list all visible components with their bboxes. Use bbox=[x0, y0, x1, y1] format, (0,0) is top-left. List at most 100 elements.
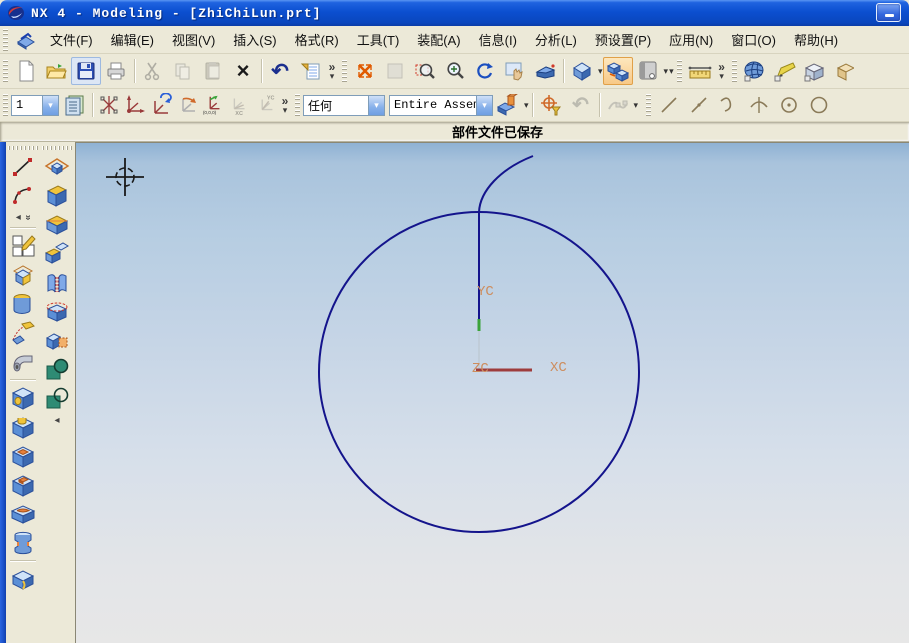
selection-back-button[interactable]: ↶ bbox=[566, 91, 596, 119]
layer-settings-button[interactable] bbox=[59, 91, 89, 119]
wcs-rotate-button[interactable] bbox=[148, 92, 174, 118]
basic-line-button[interactable] bbox=[9, 152, 37, 181]
window-layout-dropdown[interactable]: ▾ bbox=[664, 66, 669, 77]
wcs-origin-button[interactable] bbox=[122, 92, 148, 118]
datum-plane-button[interactable] bbox=[43, 152, 71, 181]
app-gateway-button[interactable] bbox=[740, 57, 770, 85]
copy-button[interactable] bbox=[168, 57, 198, 85]
toolbar-gripper[interactable] bbox=[42, 146, 72, 150]
view-orientation-dropdown[interactable]: ▾ bbox=[598, 66, 603, 77]
edge-blend-button[interactable] bbox=[9, 564, 37, 593]
cut-button[interactable] bbox=[138, 57, 168, 85]
pan-view-button[interactable] bbox=[500, 57, 530, 85]
basic-arc-button[interactable] bbox=[9, 181, 37, 210]
slot-button[interactable] bbox=[9, 499, 37, 528]
rotate-view-button[interactable] bbox=[470, 57, 500, 85]
assembly-constraints-button[interactable] bbox=[493, 91, 523, 119]
toolbar-gripper[interactable] bbox=[3, 29, 8, 51]
menu-view[interactable]: 视图(V) bbox=[163, 26, 224, 53]
pocket-button[interactable] bbox=[9, 441, 37, 470]
menu-analysis[interactable]: 分析(L) bbox=[526, 26, 586, 53]
paste-button[interactable] bbox=[198, 57, 228, 85]
delete-button[interactable]: × bbox=[228, 57, 258, 85]
app-drafting-button[interactable] bbox=[830, 57, 860, 85]
curve-arc-button[interactable] bbox=[744, 91, 774, 119]
toolbar-gripper[interactable] bbox=[646, 94, 651, 116]
hole-button[interactable] bbox=[9, 383, 37, 412]
combo-arrow-icon[interactable]: ▾ bbox=[42, 96, 58, 115]
graphics-viewport[interactable]: YC ZC XC bbox=[75, 142, 909, 643]
save-button[interactable] bbox=[71, 57, 101, 85]
menu-window[interactable]: 窗口(O) bbox=[722, 26, 785, 53]
curve-circle-center-button[interactable] bbox=[774, 91, 804, 119]
sweep-button[interactable] bbox=[9, 318, 37, 347]
wcs-set-absolute-button[interactable]: (0,0,0) bbox=[200, 92, 226, 118]
toolbar-gripper[interactable] bbox=[677, 60, 682, 82]
menu-preferences[interactable]: 预设置(P) bbox=[586, 26, 660, 53]
zoom-disabled-button[interactable] bbox=[380, 57, 410, 85]
chain-curves-button[interactable] bbox=[603, 91, 633, 119]
menu-application[interactable]: 应用(N) bbox=[660, 26, 722, 53]
toolbar-overflow-button[interactable]: » ▾ bbox=[278, 91, 292, 119]
toolbar-options-dropdown[interactable]: ▾ bbox=[669, 66, 674, 77]
groove-button[interactable] bbox=[9, 528, 37, 557]
menu-help[interactable]: 帮助(H) bbox=[785, 26, 847, 53]
toolbar-gripper[interactable] bbox=[295, 94, 300, 116]
through-curves-button[interactable] bbox=[43, 268, 71, 297]
snap-point-button[interactable] bbox=[536, 91, 566, 119]
toolbar-overflow-button[interactable]: » ▾ bbox=[325, 57, 339, 85]
menu-insert[interactable]: 插入(S) bbox=[224, 26, 285, 53]
toolbar-gripper[interactable] bbox=[342, 60, 347, 82]
menu-information[interactable]: 信息(I) bbox=[470, 26, 526, 53]
datum-csys-button[interactable] bbox=[9, 260, 37, 289]
sketch-button[interactable] bbox=[9, 231, 37, 260]
curve-spline-button[interactable] bbox=[714, 91, 744, 119]
perspective-button[interactable] bbox=[530, 57, 560, 85]
minimize-button[interactable] bbox=[876, 3, 901, 22]
toolbar-collapse-control[interactable]: ◂ bbox=[54, 413, 59, 427]
title-bar[interactable]: NX 4 - Modeling - [ZhiChiLun.prt] bbox=[0, 0, 909, 26]
app-modeling-button[interactable] bbox=[800, 57, 830, 85]
menu-format[interactable]: 格式(R) bbox=[286, 26, 348, 53]
subtract-button[interactable] bbox=[43, 384, 71, 413]
work-layer-combo[interactable]: 1 ▾ bbox=[11, 95, 59, 116]
menu-edit[interactable]: 编辑(E) bbox=[102, 26, 163, 53]
selection-scope-combo[interactable]: Entire Assemb ▾ bbox=[389, 95, 493, 116]
undo-button[interactable]: ↶ bbox=[265, 57, 295, 85]
toolbar-gripper[interactable] bbox=[3, 94, 8, 116]
view-orientation-button[interactable] bbox=[567, 57, 597, 85]
assembly-dropdown[interactable]: ▾ bbox=[524, 100, 529, 111]
toolbar-gripper[interactable] bbox=[732, 60, 737, 82]
open-button[interactable] bbox=[41, 57, 71, 85]
new-button[interactable] bbox=[11, 57, 41, 85]
wcs-change-yc-button[interactable]: YC bbox=[252, 92, 278, 118]
chain-dropdown[interactable]: ▾ bbox=[634, 100, 639, 111]
swept-button[interactable] bbox=[43, 239, 71, 268]
display-mode-button[interactable] bbox=[603, 57, 633, 85]
sketch-spline[interactable] bbox=[479, 156, 533, 212]
window-layout-button[interactable] bbox=[633, 57, 663, 85]
toolbar-gripper[interactable] bbox=[8, 146, 38, 150]
measure-button[interactable] bbox=[685, 57, 715, 85]
toolbar-gripper[interactable] bbox=[3, 60, 8, 82]
split-body-button[interactable] bbox=[43, 326, 71, 355]
trim-body-button[interactable] bbox=[43, 297, 71, 326]
curve-inferred-line-button[interactable] bbox=[684, 91, 714, 119]
curve-circle-button[interactable] bbox=[804, 91, 834, 119]
command-finder-button[interactable] bbox=[295, 57, 325, 85]
wcs-dynamics-button[interactable] bbox=[96, 92, 122, 118]
fit-view-button[interactable] bbox=[350, 57, 380, 85]
combo-arrow-icon[interactable]: ▾ bbox=[476, 96, 492, 115]
boss-button[interactable] bbox=[9, 412, 37, 441]
curve-line-button[interactable] bbox=[654, 91, 684, 119]
wcs-orient-button[interactable] bbox=[174, 92, 200, 118]
wcs-change-xc-button[interactable]: XC bbox=[226, 92, 252, 118]
unite-button[interactable] bbox=[43, 355, 71, 384]
app-sketch-button[interactable] bbox=[770, 57, 800, 85]
menu-tools[interactable]: 工具(T) bbox=[348, 26, 409, 53]
combo-arrow-icon[interactable]: ▾ bbox=[368, 96, 384, 115]
print-button[interactable] bbox=[101, 57, 131, 85]
zoom-in-out-button[interactable] bbox=[440, 57, 470, 85]
toolbar-collapse-control[interactable]: ◂ » bbox=[16, 210, 31, 224]
selection-filter-combo[interactable]: 任何 ▾ bbox=[303, 95, 385, 116]
